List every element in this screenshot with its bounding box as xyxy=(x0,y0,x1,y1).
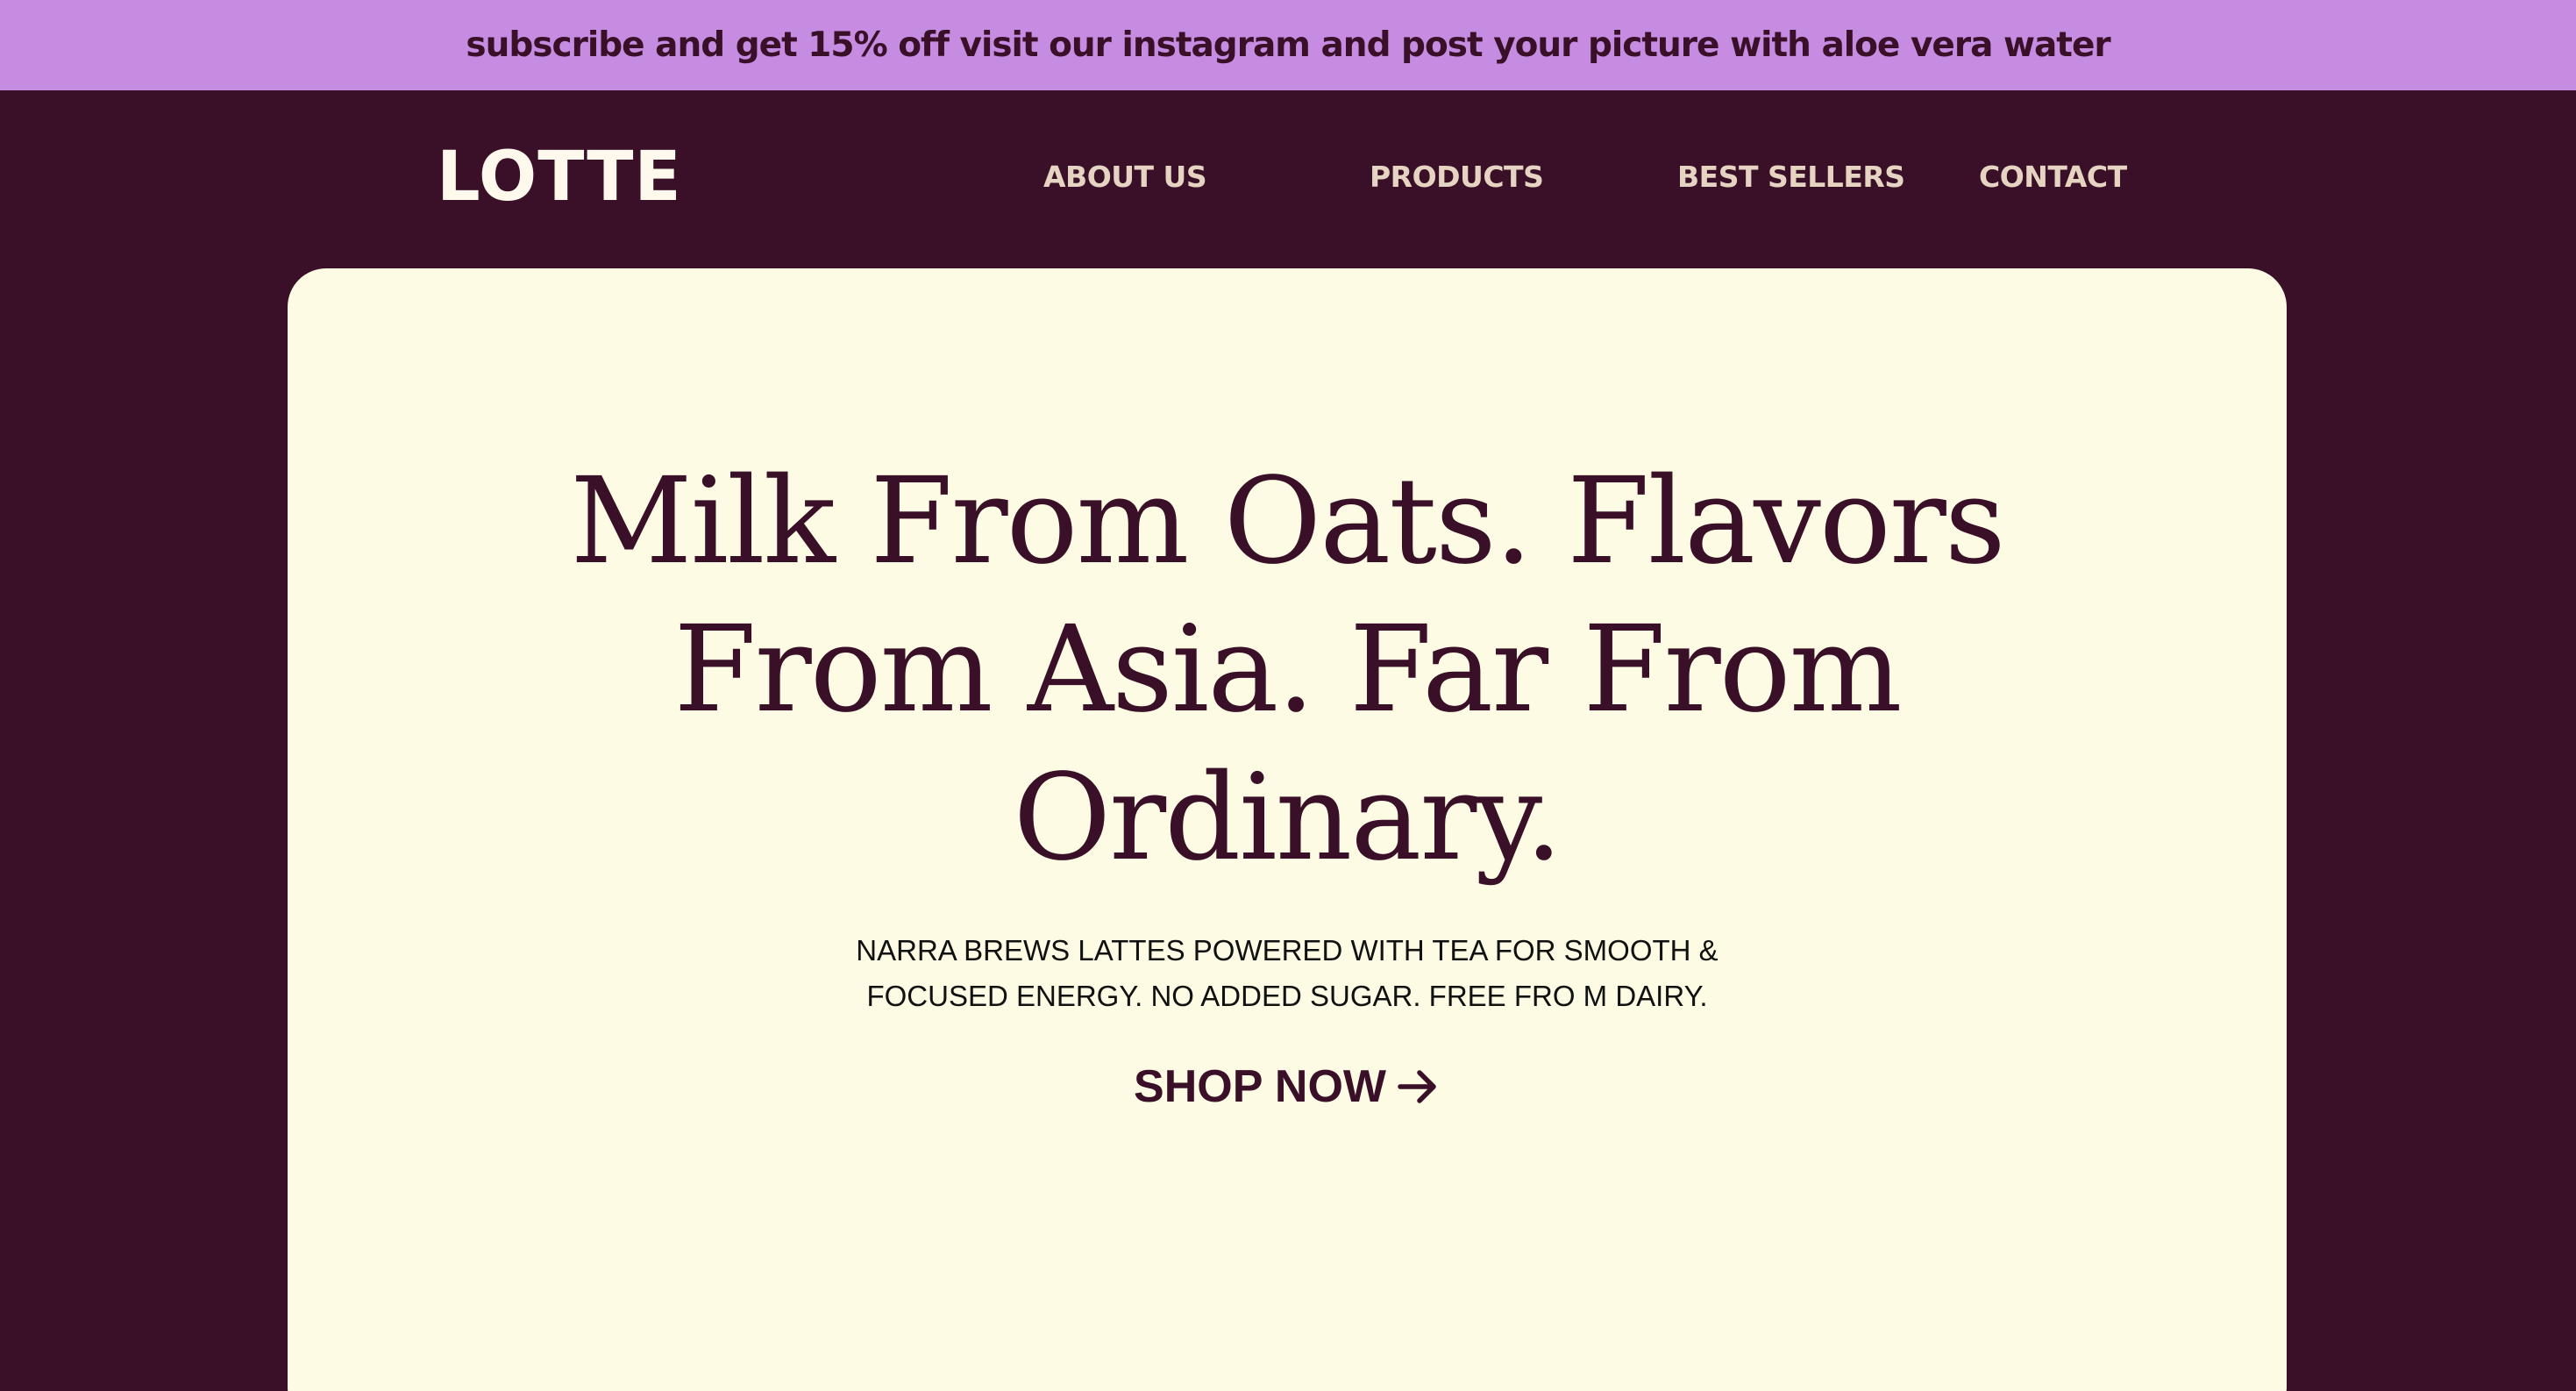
promo-banner: subscribe and get 15% off visit our inst… xyxy=(0,0,2576,90)
nav-best-sellers[interactable]: BEST SELLERS xyxy=(1677,162,1905,191)
hero-card: Milk From Oats. Flavors From Asia. Far F… xyxy=(288,268,2287,1391)
nav-products[interactable]: PRODUCTS xyxy=(1370,162,1544,191)
shop-now-button[interactable]: SHOP NOW xyxy=(288,1060,2287,1113)
promo-text: subscribe and get 15% off visit our inst… xyxy=(466,25,2110,65)
arrow-right-icon xyxy=(1395,1064,1441,1109)
site-header: LOTTE ABOUT US PRODUCTS BEST SELLERS CON… xyxy=(0,90,2576,268)
hero-heading: Milk From Oats. Flavors From Asia. Far F… xyxy=(570,453,2005,888)
nav-about-us[interactable]: ABOUT US xyxy=(1043,162,1207,191)
logo[interactable]: LOTTE xyxy=(437,143,682,211)
nav-contact[interactable]: CONTACT xyxy=(1979,162,2127,191)
shop-now-label: SHOP NOW xyxy=(1134,1061,1386,1112)
hero-subtext: NARRA BREWS LATTES POWERED WITH TEA FOR … xyxy=(856,934,1719,1012)
